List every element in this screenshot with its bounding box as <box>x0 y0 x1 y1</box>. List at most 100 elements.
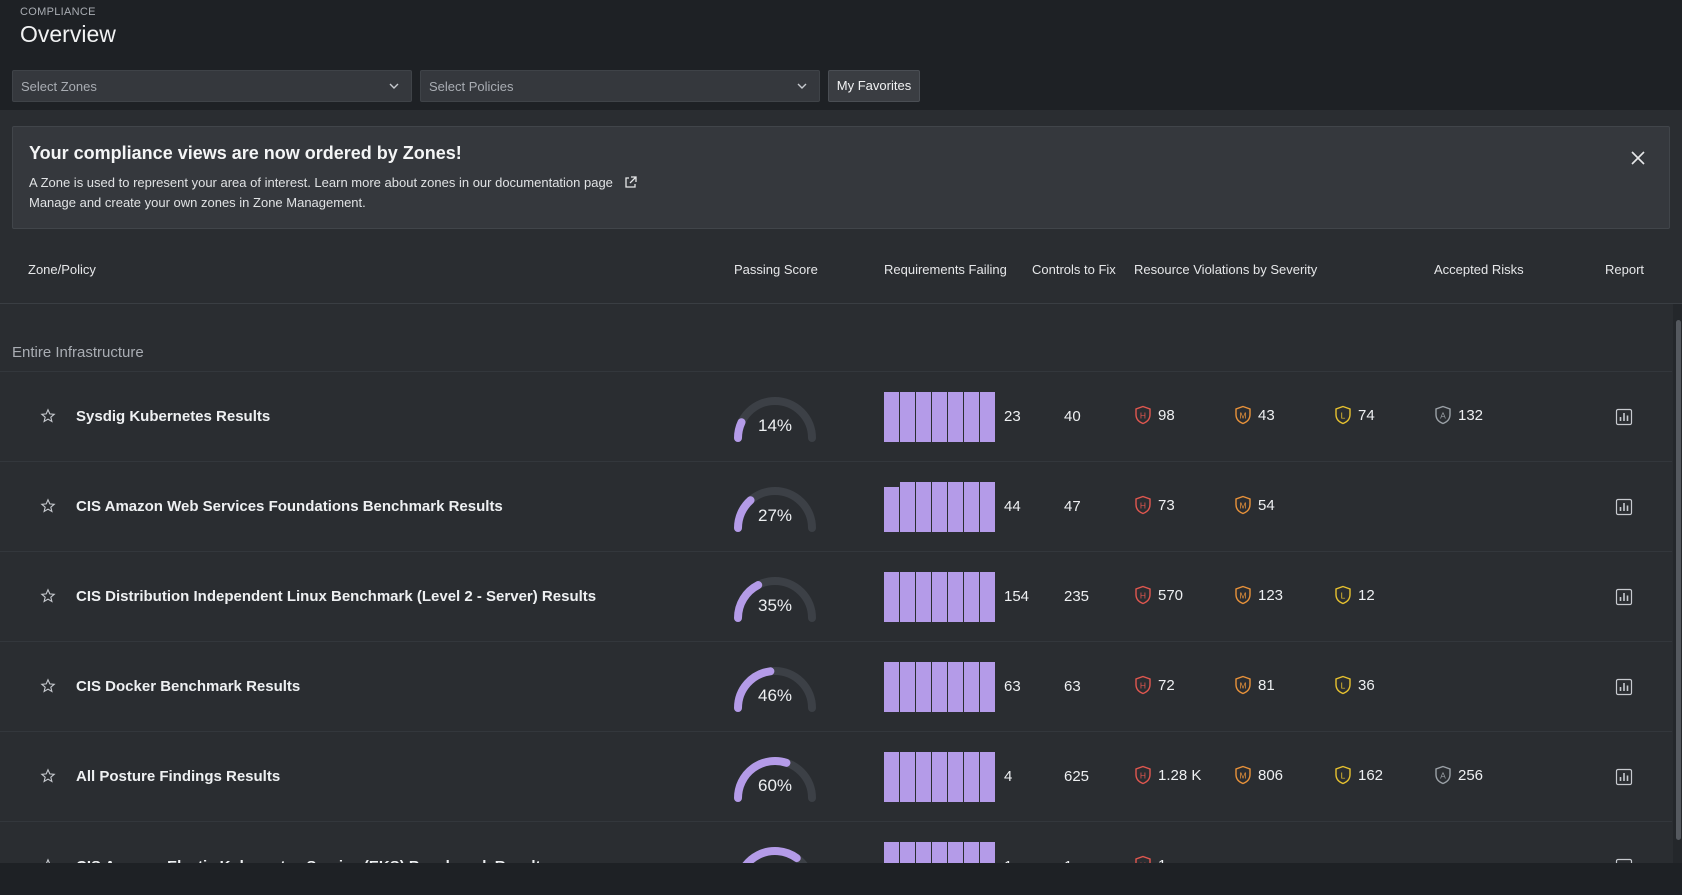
header-divider <box>0 303 1682 304</box>
svg-text:M: M <box>1239 591 1246 601</box>
report-chart-icon[interactable] <box>1615 588 1633 606</box>
policy-row: Sysdig Kubernetes Results 14% 23 40 H 98 … <box>0 372 1672 462</box>
requirement-bar <box>884 842 899 863</box>
star-icon[interactable] <box>40 498 56 514</box>
policy-list: Sysdig Kubernetes Results 14% 23 40 H 98 … <box>0 372 1672 863</box>
requirement-bar <box>948 482 963 532</box>
medium-severity-count: 54 <box>1258 497 1275 514</box>
svg-text:H: H <box>1140 771 1146 781</box>
banner-title: Your compliance views are now ordered by… <box>29 143 462 163</box>
requirement-bar <box>884 392 899 442</box>
high-severity-count: 73 <box>1158 497 1175 514</box>
svg-text:L: L <box>1341 411 1346 421</box>
banner-line-2: Manage and create your own zones in Zone… <box>29 195 366 210</box>
requirements-bars <box>884 662 996 712</box>
top-bar: COMPLIANCE Overview Select Zones Select … <box>0 0 1682 110</box>
requirement-bar <box>916 842 931 863</box>
column-header-controls-to-fix[interactable]: Controls to Fix <box>1032 262 1116 277</box>
page-title: Overview <box>20 21 116 47</box>
requirements-bars <box>884 482 996 532</box>
requirement-bar <box>900 392 915 442</box>
accepted-severity-shield-icon: A <box>1435 765 1451 785</box>
medium-severity-count: 43 <box>1258 407 1275 424</box>
banner-line-1: A Zone is used to represent your area of… <box>29 175 638 190</box>
section-eyebrow: COMPLIANCE <box>20 6 96 18</box>
accepted-severity-count: 132 <box>1458 407 1484 424</box>
column-header-passing-score[interactable]: Passing Score <box>734 262 818 277</box>
report-chart-icon[interactable] <box>1615 498 1633 516</box>
controls-to-fix-count: 40 <box>1064 408 1081 425</box>
scrollbar-thumb[interactable] <box>1676 320 1681 840</box>
requirement-bar <box>964 752 979 802</box>
star-icon[interactable] <box>40 408 56 424</box>
requirements-bars <box>884 572 996 622</box>
requirement-bar <box>916 662 931 712</box>
column-header-violations[interactable]: Resource Violations by Severity <box>1134 262 1317 277</box>
accepted-severity-count: 256 <box>1458 767 1484 784</box>
report-chart-icon[interactable] <box>1615 408 1633 426</box>
policies-select[interactable]: Select Policies <box>420 70 820 102</box>
policy-name[interactable]: CIS Docker Benchmark Results <box>76 678 300 695</box>
low-severity-shield-icon: L <box>1335 585 1351 605</box>
medium-severity-shield-icon: M <box>1235 675 1251 695</box>
requirement-bar <box>964 662 979 712</box>
policy-name[interactable]: CIS Distribution Independent Linux Bench… <box>76 588 596 605</box>
svg-text:H: H <box>1140 501 1146 511</box>
policy-row: CIS Amazon Web Services Foundations Benc… <box>0 462 1672 552</box>
banner-line-1-text: A Zone is used to represent your area of… <box>29 175 613 190</box>
controls-to-fix-count: 235 <box>1064 588 1090 605</box>
my-favorites-button[interactable]: My Favorites <box>828 70 920 102</box>
svg-text:L: L <box>1341 771 1346 781</box>
report-chart-icon[interactable] <box>1615 768 1633 786</box>
policy-row: CIS Distribution Independent Linux Bench… <box>0 552 1672 642</box>
requirements-bars <box>884 392 996 442</box>
requirement-bar <box>916 392 931 442</box>
low-severity-count: 74 <box>1358 407 1375 424</box>
requirements-failing-count: 154 <box>1004 588 1030 605</box>
star-icon[interactable] <box>40 678 56 694</box>
policy-row: CIS Amazon Elastic Kubernetes Service (E… <box>0 822 1672 863</box>
low-severity-count: 162 <box>1358 767 1384 784</box>
passing-score-value: 35% <box>757 596 793 615</box>
requirement-bar <box>932 752 947 802</box>
requirement-bar <box>932 392 947 442</box>
requirement-bar <box>900 572 915 622</box>
star-icon[interactable] <box>40 588 56 604</box>
requirement-bar <box>948 752 963 802</box>
svg-text:M: M <box>1239 681 1246 691</box>
column-header-requirements-failing[interactable]: Requirements Failing <box>884 262 1007 277</box>
report-chart-icon[interactable] <box>1615 678 1633 696</box>
high-severity-shield-icon: H <box>1135 855 1151 863</box>
high-severity-shield-icon: H <box>1135 495 1151 515</box>
passing-score-gauge: 27% <box>730 480 820 532</box>
requirements-failing-count: 23 <box>1004 408 1021 425</box>
svg-text:M: M <box>1239 501 1246 511</box>
column-header-zone-policy[interactable]: Zone/Policy <box>28 262 96 277</box>
requirement-bar <box>980 842 995 863</box>
requirements-failing-count: 44 <box>1004 498 1021 515</box>
requirement-bar <box>900 842 915 863</box>
policy-name[interactable]: CIS Amazon Web Services Foundations Benc… <box>76 498 503 515</box>
high-severity-shield-icon: H <box>1135 585 1151 605</box>
requirement-bar <box>964 482 979 532</box>
passing-score-gauge: 46% <box>730 660 820 712</box>
column-header-report: Report <box>1605 262 1645 277</box>
zones-select[interactable]: Select Zones <box>12 70 412 102</box>
requirement-bar <box>916 752 931 802</box>
zones-announcement-banner: Your compliance views are now ordered by… <box>12 126 1670 229</box>
passing-score-gauge <box>730 840 820 863</box>
high-severity-count: 1.28 K <box>1158 767 1202 784</box>
external-link-icon[interactable] <box>623 175 638 190</box>
policy-name[interactable]: All Posture Findings Results <box>76 768 280 785</box>
column-header-accepted-risks[interactable]: Accepted Risks <box>1434 262 1524 277</box>
svg-text:M: M <box>1239 771 1246 781</box>
requirement-bar <box>916 482 931 532</box>
close-icon[interactable] <box>1629 149 1647 167</box>
requirement-bar <box>964 392 979 442</box>
svg-text:H: H <box>1140 681 1146 691</box>
group-label: Entire Infrastructure <box>12 344 144 361</box>
requirements-failing-count: 63 <box>1004 678 1021 695</box>
medium-severity-shield-icon: M <box>1235 405 1251 425</box>
star-icon[interactable] <box>40 768 56 784</box>
policy-name[interactable]: Sysdig Kubernetes Results <box>76 408 270 425</box>
